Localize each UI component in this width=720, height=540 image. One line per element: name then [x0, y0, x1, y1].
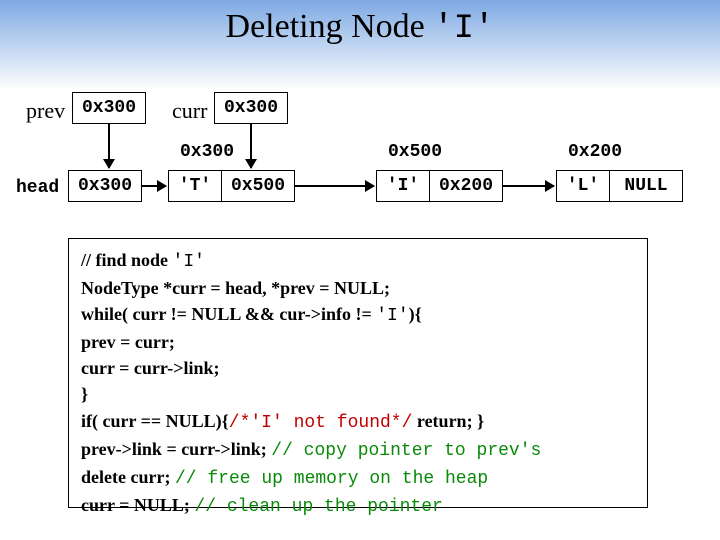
prev-box: 0x300	[72, 92, 146, 124]
title-mono: 'I'	[433, 10, 494, 48]
title-text: Deleting Node	[226, 8, 434, 45]
arrow-node1-node2	[503, 185, 554, 187]
code-line-9: delete curr; // free up memory on the he…	[81, 464, 635, 492]
addr-2: 0x200	[568, 142, 622, 162]
slide: Deleting Node 'I' prev 0x300 curr 0x300 …	[0, 0, 720, 540]
arrow-curr-down	[250, 124, 252, 168]
code-line-6: }	[81, 381, 635, 407]
code-line-10: curr = NULL; // clean up the pointer	[81, 492, 635, 520]
arrow-prev-down	[108, 124, 110, 168]
arrow-head-node0	[142, 185, 166, 187]
addr-1: 0x500	[388, 142, 442, 162]
node0-link: 0x500	[221, 170, 295, 202]
node1-link: 0x200	[429, 170, 503, 202]
node2-info: 'L'	[556, 170, 610, 202]
code-line-2: NodeType *curr = head, *prev = NULL;	[81, 275, 635, 301]
code-line-1: // find node 'I'	[81, 247, 635, 275]
curr-box: 0x300	[214, 92, 288, 124]
code-line-3: while( curr != NULL && cur->info != 'I')…	[81, 301, 635, 329]
code-box: // find node 'I' NodeType *curr = head, …	[68, 238, 648, 508]
code-line-4: prev = curr;	[81, 329, 635, 355]
node1-info: 'I'	[376, 170, 430, 202]
code-line-5: curr = curr->link;	[81, 355, 635, 381]
head-box: 0x300	[68, 170, 142, 202]
node2-link: NULL	[609, 170, 683, 202]
code-line-7: if( curr == NULL){/*'I' not found*/ retu…	[81, 408, 635, 436]
addr-0: 0x300	[180, 142, 234, 162]
curr-label: curr	[172, 98, 207, 124]
page-title: Deleting Node 'I'	[0, 8, 720, 48]
prev-label: prev	[26, 98, 65, 124]
node0-info: 'T'	[168, 170, 222, 202]
arrow-node0-node1	[295, 185, 374, 187]
code-line-8: prev->link = curr->link; // copy pointer…	[81, 436, 635, 464]
head-label: head	[16, 178, 59, 198]
